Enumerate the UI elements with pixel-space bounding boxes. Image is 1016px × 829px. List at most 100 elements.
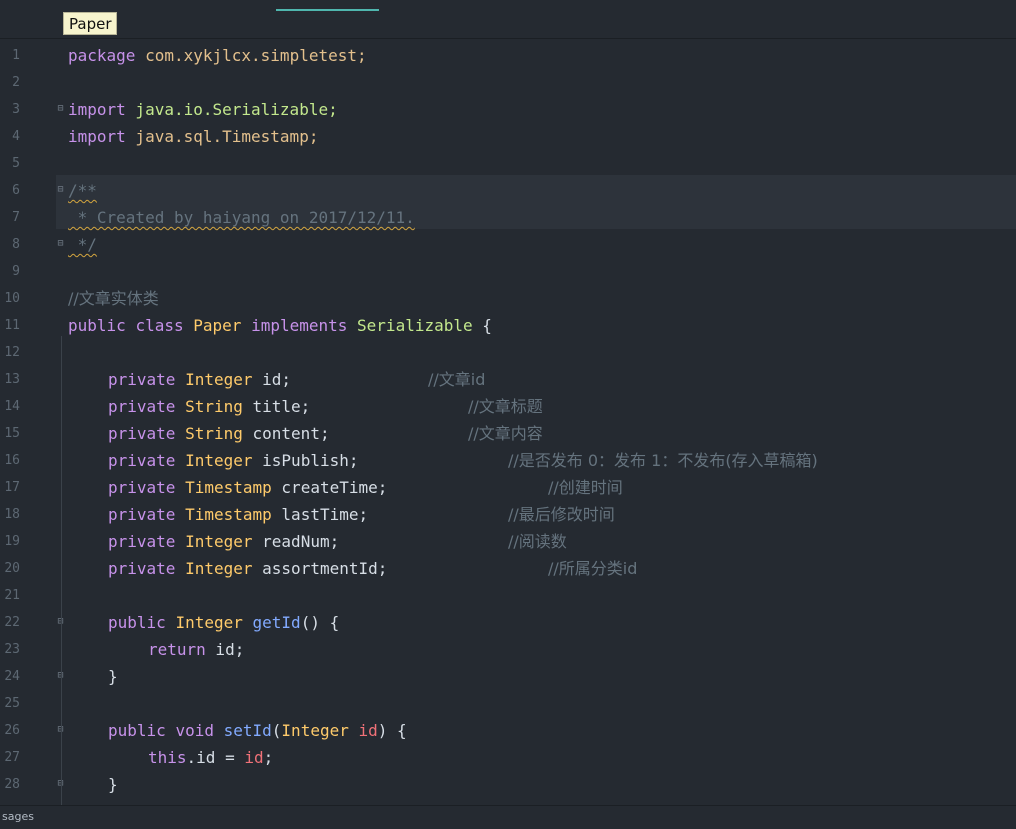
line-number-gutter: 1 2 3 4 5 6 7 8 9 10 11 12 13 14 15 16 1… xyxy=(0,38,64,806)
brace: { xyxy=(472,316,492,335)
keyword: return xyxy=(148,640,206,659)
doc-comment: * Created by haiyang on 2017/12/11. xyxy=(68,208,415,227)
line-number: 5 xyxy=(12,156,20,171)
keyword: private xyxy=(108,451,176,470)
keyword: public xyxy=(108,721,166,740)
import-path: java.io.Serializable; xyxy=(125,100,338,119)
bottom-tool-bar: sages xyxy=(0,805,1016,829)
closing-brace: } xyxy=(108,775,118,794)
line-comment: //文章实体类 xyxy=(68,289,159,308)
method-signature-rest: ) { xyxy=(377,721,407,740)
class-name-tooltip: Paper xyxy=(63,12,118,35)
field-name: content; xyxy=(252,424,330,443)
code-line-15: private String content; xyxy=(108,420,330,447)
line-comment: //阅读数 xyxy=(508,532,567,551)
keyword: private xyxy=(108,559,176,578)
field-name: id; xyxy=(262,370,292,389)
line-number: 23 xyxy=(4,642,20,657)
parameter-name: id xyxy=(244,748,264,767)
code-line-18: private Timestamp lastTime; xyxy=(108,501,368,528)
field-name: readNum; xyxy=(262,532,340,551)
fold-toggle-icon[interactable]: ⊟ xyxy=(56,104,65,114)
code-comment-18: //最后修改时间 xyxy=(508,501,615,528)
keyword: this xyxy=(148,748,187,767)
code-line-3: import java.io.Serializable; xyxy=(68,96,338,123)
line-comment: //创建时间 xyxy=(548,478,623,497)
type-name: Integer xyxy=(185,370,253,389)
messages-tab[interactable]: sages xyxy=(2,806,34,828)
keyword: private xyxy=(108,397,176,416)
line-comment: //文章id xyxy=(428,370,486,389)
line-number: 26 xyxy=(4,723,20,738)
line-number: 6 xyxy=(12,183,20,198)
line-number: 2 xyxy=(12,75,20,90)
keyword: public xyxy=(108,613,166,632)
type-name: Integer xyxy=(175,613,243,632)
line-number: 12 xyxy=(4,345,20,360)
code-comment-16: //是否发布 0：发布 1：不发布(存入草稿箱) xyxy=(508,447,818,474)
line-comment: //最后修改时间 xyxy=(508,505,615,524)
code-line-13: private Integer id; xyxy=(108,366,291,393)
code-comment-15: //文章内容 xyxy=(468,420,543,447)
type-name: Integer xyxy=(185,532,253,551)
keyword: private xyxy=(108,424,176,443)
type-name: String xyxy=(185,397,243,416)
line-number: 20 xyxy=(4,561,20,576)
line-number: 1 xyxy=(12,48,20,63)
code-line-28: } xyxy=(108,771,118,798)
line-comment: //是否发布 0：发布 1：不发布(存入草稿箱) xyxy=(508,451,818,470)
code-line-10: //文章实体类 xyxy=(68,285,159,312)
code-comment-17: //创建时间 xyxy=(548,474,623,501)
code-comment-20: //所属分类id xyxy=(548,555,637,582)
line-number: 19 xyxy=(4,534,20,549)
class-name: Paper xyxy=(193,316,242,335)
code-line-11: public class Paper implements Serializab… xyxy=(68,312,492,339)
type-name: Integer xyxy=(185,559,253,578)
statement-rest: id; xyxy=(205,640,245,659)
line-number: 25 xyxy=(4,696,20,711)
type-name: Integer xyxy=(185,451,253,470)
line-number: 13 xyxy=(4,372,20,387)
code-line-22: public Integer getId() { xyxy=(108,609,339,636)
code-line-20: private Integer assortmentId; xyxy=(108,555,387,582)
line-comment: //文章标题 xyxy=(468,397,543,416)
code-line-1: package com.xykjlcx.simpletest; xyxy=(68,42,367,69)
line-number: 18 xyxy=(4,507,20,522)
code-line-24: } xyxy=(108,663,118,690)
code-comment-14: //文章标题 xyxy=(468,393,543,420)
line-number: 10 xyxy=(4,291,20,306)
class-fold-guide xyxy=(61,336,62,806)
editor-tab-bar xyxy=(0,0,1016,39)
fold-toggle-icon[interactable]: ⊟ xyxy=(56,239,65,249)
fold-toggle-icon[interactable]: ⊟ xyxy=(56,185,65,195)
import-path: java.sql.Timestamp; xyxy=(125,127,319,146)
parameter-name: id xyxy=(358,721,378,740)
code-line-17: private Timestamp createTime; xyxy=(108,474,387,501)
type-name: Timestamp xyxy=(185,478,272,497)
line-number: 4 xyxy=(12,129,20,144)
code-line-27: this.id = id; xyxy=(148,744,273,771)
code-line-7: * Created by haiyang on 2017/12/11. xyxy=(68,204,415,231)
closing-brace: } xyxy=(108,667,118,686)
code-line-8: */ xyxy=(68,231,97,258)
line-number: 17 xyxy=(4,480,20,495)
interface-name: Serializable xyxy=(357,316,473,335)
field-name: createTime; xyxy=(281,478,388,497)
line-comment: //文章内容 xyxy=(468,424,543,443)
field-name: isPublish; xyxy=(262,451,359,470)
field-name: lastTime; xyxy=(281,505,369,524)
line-number: 15 xyxy=(4,426,20,441)
code-line-14: private String title; xyxy=(108,393,310,420)
type-name: String xyxy=(185,424,243,443)
field-access: .id = xyxy=(186,748,245,767)
keyword: package xyxy=(68,46,136,65)
field-name: title; xyxy=(252,397,311,416)
code-comment-19: //阅读数 xyxy=(508,528,567,555)
line-number: 9 xyxy=(12,264,20,279)
code-comment-13: //文章id xyxy=(428,366,485,393)
active-tab-indicator[interactable] xyxy=(276,9,379,11)
code-line-19: private Integer readNum; xyxy=(108,528,339,555)
keyword: private xyxy=(108,532,176,551)
line-number: 3 xyxy=(12,102,20,117)
code-line-26: public void setId(Integer id) { xyxy=(108,717,407,744)
